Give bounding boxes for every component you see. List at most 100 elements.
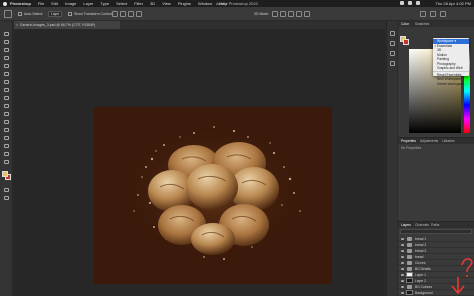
workspace-menu-item-label: Painting bbox=[437, 57, 449, 61]
close-icon[interactable]: × bbox=[16, 23, 18, 27]
red-annotation-arrow-icon bbox=[451, 258, 473, 295]
move-tool-icon[interactable] bbox=[4, 10, 12, 18]
menu-plugins[interactable]: Plugins bbox=[178, 1, 191, 6]
share-icon[interactable] bbox=[440, 11, 446, 17]
search-icon[interactable] bbox=[416, 1, 420, 5]
3d-roll-icon[interactable] bbox=[280, 11, 286, 17]
pen-tool-icon[interactable] bbox=[3, 151, 10, 157]
eyedropper-tool-icon[interactable] bbox=[3, 79, 10, 85]
auto-select-dropdown[interactable]: Layer bbox=[48, 11, 62, 17]
show-transform-label: Show Transform Controls bbox=[74, 12, 114, 16]
menu-file[interactable]: File bbox=[38, 1, 44, 6]
frame-tool-icon[interactable] bbox=[3, 71, 10, 77]
lasso-tool-icon[interactable] bbox=[3, 47, 10, 53]
visibility-eye-icon[interactable] bbox=[401, 250, 404, 252]
visibility-eye-icon[interactable] bbox=[401, 274, 404, 276]
visibility-eye-icon[interactable] bbox=[401, 256, 404, 258]
workspace-menu-item[interactable]: Graphic and Web bbox=[433, 66, 469, 71]
history-brush-tool-icon[interactable] bbox=[3, 111, 10, 117]
options-bar: Auto-Select: Layer Show Transform Contro… bbox=[0, 7, 474, 21]
photoshop-window: Photoshop File Edit Image Layer Type Sel… bbox=[0, 0, 474, 296]
align-center-icon[interactable] bbox=[120, 11, 126, 17]
menu-window[interactable]: Window bbox=[198, 1, 212, 6]
menu-photoshop[interactable]: Photoshop bbox=[10, 1, 31, 6]
visibility-eye-icon[interactable] bbox=[401, 286, 404, 288]
show-transform-checkbox[interactable] bbox=[68, 12, 72, 16]
quick-mask-icon[interactable] bbox=[3, 187, 10, 193]
battery-icon[interactable] bbox=[408, 1, 412, 5]
tab-adjustments[interactable]: Adjustments bbox=[420, 139, 438, 143]
auto-select-checkbox[interactable] bbox=[18, 12, 22, 16]
search-icon[interactable] bbox=[420, 11, 426, 17]
3d-mode-label: 3D Mode: bbox=[254, 12, 270, 16]
menu-select[interactable]: Select bbox=[116, 1, 127, 6]
workspace-menu-item-label: Graphic and Web bbox=[437, 66, 463, 70]
folder-icon bbox=[407, 243, 412, 247]
layer-name: Layer 1 bbox=[415, 273, 426, 277]
tab-channels[interactable]: Channels bbox=[415, 223, 429, 227]
visibility-eye-icon[interactable] bbox=[401, 244, 404, 246]
gradient-tool-icon[interactable] bbox=[3, 127, 10, 133]
tab-swatches[interactable]: Swatches bbox=[415, 22, 429, 26]
menu-type[interactable]: Type bbox=[100, 1, 109, 6]
menu-layer[interactable]: Layer bbox=[83, 1, 93, 6]
visibility-eye-icon[interactable] bbox=[401, 268, 404, 270]
visibility-eye-icon[interactable] bbox=[401, 238, 404, 240]
folder-icon bbox=[407, 261, 412, 265]
folder-icon bbox=[407, 237, 412, 241]
visibility-eye-icon[interactable] bbox=[401, 280, 404, 282]
color-panel-background[interactable] bbox=[403, 39, 409, 45]
menu-filter[interactable]: Filter bbox=[134, 1, 143, 6]
tab-color[interactable]: Color bbox=[401, 22, 409, 26]
dodge-tool-icon[interactable] bbox=[3, 143, 10, 149]
brush-panel-icon[interactable] bbox=[390, 61, 395, 66]
paragraph-panel-icon[interactable] bbox=[390, 51, 395, 56]
document-tab[interactable]: × Generic-Images_3.psd @ 66.7% (CTIT, RG… bbox=[14, 21, 120, 29]
3d-slide-icon[interactable] bbox=[296, 11, 302, 17]
menu-image[interactable]: Image bbox=[65, 1, 76, 6]
tab-layers[interactable]: Layers bbox=[401, 223, 411, 227]
wifi-icon[interactable] bbox=[400, 1, 404, 5]
foreground-color-swatch[interactable] bbox=[2, 171, 8, 177]
healing-brush-tool-icon[interactable] bbox=[3, 87, 10, 93]
layer-name: bread 1 bbox=[415, 237, 427, 241]
tab-libraries[interactable]: Libraries bbox=[442, 139, 455, 143]
type-tool-icon[interactable] bbox=[3, 159, 10, 165]
apple-icon[interactable] bbox=[3, 1, 7, 6]
history-panel-icon[interactable] bbox=[390, 31, 395, 36]
3d-pan-icon[interactable] bbox=[288, 11, 294, 17]
clone-stamp-tool-icon[interactable] bbox=[3, 103, 10, 109]
marquee-tool-icon[interactable] bbox=[3, 39, 10, 45]
menu-view[interactable]: View bbox=[162, 1, 171, 6]
blur-tool-icon[interactable] bbox=[3, 135, 10, 141]
3d-scale-icon[interactable] bbox=[304, 11, 310, 17]
layer-filter-bar[interactable] bbox=[400, 229, 472, 234]
properties-panel: Properties Adjustments Libraries No Prop… bbox=[398, 137, 474, 220]
clock[interactable]: Thu 28 Apr 4:02 PM bbox=[435, 1, 471, 6]
visibility-eye-icon[interactable] bbox=[401, 292, 404, 294]
document-canvas[interactable] bbox=[94, 107, 332, 284]
workspace-menu-item[interactable]: Delete Workspace... bbox=[433, 82, 469, 87]
tab-properties[interactable]: Properties bbox=[401, 139, 416, 143]
quick-select-tool-icon[interactable] bbox=[3, 55, 10, 61]
visibility-eye-icon[interactable] bbox=[401, 262, 404, 264]
layer-name: bread 2 bbox=[415, 243, 427, 247]
menu-3d[interactable]: 3D bbox=[150, 1, 155, 6]
workspace-icon[interactable] bbox=[430, 11, 436, 17]
menu-edit[interactable]: Edit bbox=[51, 1, 58, 6]
canvas-area[interactable] bbox=[14, 29, 385, 296]
brush-tool-icon[interactable] bbox=[3, 95, 10, 101]
move-tool-icon[interactable] bbox=[3, 31, 10, 37]
character-panel-icon[interactable] bbox=[390, 41, 395, 46]
align-right-icon[interactable] bbox=[128, 11, 134, 17]
3d-rotate-icon[interactable] bbox=[272, 11, 278, 17]
workspace-menu-item-label: Reset Essentials bbox=[437, 72, 462, 77]
eraser-tool-icon[interactable] bbox=[3, 119, 10, 125]
crop-tool-icon[interactable] bbox=[3, 63, 10, 69]
properties-panel-tabs: Properties Adjustments Libraries bbox=[398, 138, 474, 144]
workspace-menu: Workspace ▾ ✓ Essentials 3D Motion Painting Ph… bbox=[433, 38, 469, 86]
distribute-icon[interactable] bbox=[136, 11, 142, 17]
align-left-icon[interactable] bbox=[112, 11, 118, 17]
tab-paths[interactable]: Paths bbox=[431, 223, 439, 227]
screen-mode-icon[interactable] bbox=[3, 195, 10, 201]
